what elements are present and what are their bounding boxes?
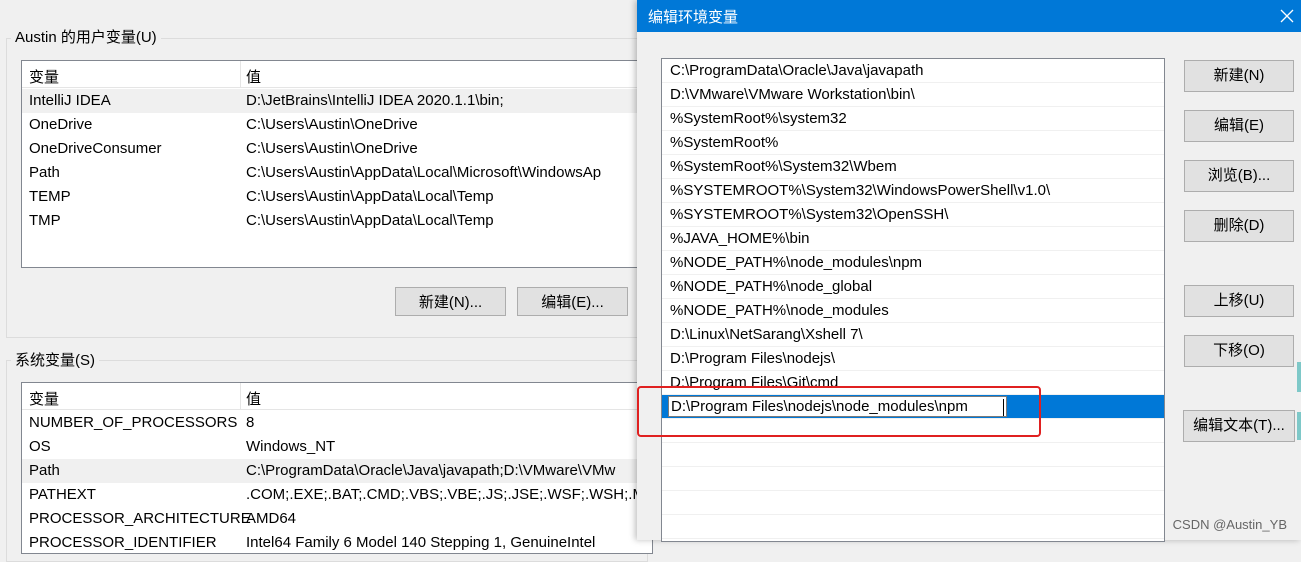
var-name: TMP	[29, 212, 61, 229]
var-value: Intel64 Family 6 Model 140 Stepping 1, G…	[246, 534, 596, 551]
path-entry: %SystemRoot%\system32	[670, 110, 847, 127]
var-name: OneDriveConsumer	[29, 140, 162, 157]
list-item[interactable]: %JAVA_HOME%\bin	[662, 227, 1164, 251]
system-vars-header: 变量 值	[22, 383, 652, 410]
var-value: C:\Users\Austin\OneDrive	[246, 116, 418, 133]
user-vars-list[interactable]: 变量 值 IntelliJ IDEA D:\JetBrains\IntelliJ…	[21, 60, 653, 268]
list-item[interactable]: %SystemRoot%\system32	[662, 107, 1164, 131]
dialog-title: 编辑环境变量	[648, 9, 739, 26]
system-vars-title: 系统变量(S)	[11, 352, 99, 370]
var-value: C:\ProgramData\Oracle\Java\javapath;D:\V…	[246, 462, 616, 479]
delete-button[interactable]: 删除(D)	[1184, 210, 1294, 242]
var-value: D:\JetBrains\IntelliJ IDEA 2020.1.1\bin;	[246, 92, 504, 109]
var-name: TEMP	[29, 188, 71, 205]
var-value: C:\Users\Austin\AppData\Local\Microsoft\…	[246, 164, 602, 181]
list-item[interactable]: %NODE_PATH%\node_modules\npm	[662, 251, 1164, 275]
table-row[interactable]: Path C:\ProgramData\Oracle\Java\javapath…	[22, 459, 652, 483]
col-header-value[interactable]: 值	[246, 66, 261, 87]
var-value: C:\Users\Austin\AppData\Local\Temp	[246, 188, 494, 205]
table-row[interactable]: TMP C:\Users\Austin\AppData\Local\Temp	[22, 209, 652, 233]
table-row[interactable]: Path C:\Users\Austin\AppData\Local\Micro…	[22, 161, 652, 185]
path-entry: %SystemRoot%\System32\Wbem	[670, 158, 897, 175]
table-row[interactable]: NUMBER_OF_PROCESSORS 8	[22, 411, 652, 435]
user-new-button[interactable]: 新建(N)...	[395, 287, 506, 316]
var-name: OneDrive	[29, 116, 93, 133]
path-entry: %SYSTEMROOT%\System32\WindowsPowerShell\…	[670, 182, 1051, 199]
path-entry: %NODE_PATH%\node_modules\npm	[670, 254, 923, 271]
var-name: Path	[29, 462, 60, 479]
list-item[interactable]: D:\Linux\NetSarang\Xshell 7\	[662, 323, 1164, 347]
list-item-empty[interactable]	[662, 491, 1164, 515]
move-down-button[interactable]: 下移(O)	[1184, 335, 1294, 367]
edge-scroll-mark	[1297, 412, 1301, 440]
table-row[interactable]: OneDriveConsumer C:\Users\Austin\OneDriv…	[22, 137, 652, 161]
edit-env-var-dialog: 编辑环境变量 C:\ProgramData\Oracle\Java\javapa…	[637, 0, 1301, 542]
var-value: 8	[246, 414, 255, 431]
list-item[interactable]: %SYSTEMROOT%\System32\OpenSSH\	[662, 203, 1164, 227]
path-entry: %SYSTEMROOT%\System32\OpenSSH\	[670, 206, 949, 223]
var-name: OS	[29, 438, 51, 455]
var-name: IntelliJ IDEA	[29, 92, 111, 109]
path-entry: %SystemRoot%	[670, 134, 779, 151]
system-vars-list[interactable]: 变量 值 NUMBER_OF_PROCESSORS 8 OS Windows_N…	[21, 382, 653, 554]
column-divider[interactable]	[240, 61, 241, 87]
col-header-variable[interactable]: 变量	[29, 388, 59, 409]
user-vars-title: Austin 的用户变量(U)	[11, 29, 161, 47]
var-value: Windows_NT	[246, 438, 336, 455]
path-entry: %JAVA_HOME%\bin	[670, 230, 810, 247]
path-entry: D:\Linux\NetSarang\Xshell 7\	[670, 326, 863, 343]
list-item-empty[interactable]	[662, 443, 1164, 467]
close-button[interactable]	[1273, 0, 1301, 32]
path-entry: D:\Program Files\nodejs\	[670, 350, 836, 367]
column-divider[interactable]	[240, 383, 241, 409]
var-name: PROCESSOR_IDENTIFIER	[29, 534, 217, 551]
list-item[interactable]: D:\Program Files\nodejs\	[662, 347, 1164, 371]
var-name: PROCESSOR_ARCHITECTURE	[29, 510, 251, 527]
table-row[interactable]: OS Windows_NT	[22, 435, 652, 459]
var-name: Path	[29, 164, 60, 181]
user-vars-header: 变量 值	[22, 61, 652, 88]
close-icon	[1280, 9, 1294, 23]
list-item[interactable]: D:\VMware\VMware Workstation\bin\	[662, 83, 1164, 107]
list-item[interactable]: C:\ProgramData\Oracle\Java\javapath	[662, 59, 1164, 83]
move-up-button[interactable]: 上移(U)	[1184, 285, 1294, 317]
watermark: CSDN @Austin_YB	[1172, 517, 1287, 532]
var-name: NUMBER_OF_PROCESSORS	[29, 414, 238, 431]
edit-button[interactable]: 编辑(E)	[1184, 110, 1294, 142]
col-header-variable[interactable]: 变量	[29, 66, 59, 87]
table-row[interactable]: PROCESSOR_IDENTIFIER Intel64 Family 6 Mo…	[22, 531, 652, 553]
list-item[interactable]: %NODE_PATH%\node_global	[662, 275, 1164, 299]
user-edit-button[interactable]: 编辑(E)...	[517, 287, 628, 316]
list-item-empty[interactable]	[662, 515, 1164, 539]
col-header-value[interactable]: 值	[246, 388, 261, 409]
table-row[interactable]: PATHEXT .COM;.EXE;.BAT;.CMD;.VBS;.VBE;.J…	[22, 483, 652, 507]
var-name: PATHEXT	[29, 486, 96, 503]
var-value: .COM;.EXE;.BAT;.CMD;.VBS;.VBE;.JS;.JSE;.…	[246, 486, 653, 503]
edge-scroll-mark	[1297, 362, 1301, 392]
annotation-highlight-box	[637, 386, 1041, 437]
table-row[interactable]: OneDrive C:\Users\Austin\OneDrive	[22, 113, 652, 137]
path-entries-list[interactable]: C:\ProgramData\Oracle\Java\javapath D:\V…	[661, 58, 1165, 542]
var-value: C:\Users\Austin\OneDrive	[246, 140, 418, 157]
path-entry: %NODE_PATH%\node_modules	[670, 302, 889, 319]
var-value: AMD64	[246, 510, 297, 527]
table-row[interactable]: TEMP C:\Users\Austin\AppData\Local\Temp	[22, 185, 652, 209]
browse-button[interactable]: 浏览(B)...	[1184, 160, 1294, 192]
var-value: C:\Users\Austin\AppData\Local\Temp	[246, 212, 494, 229]
path-entry: %NODE_PATH%\node_global	[670, 278, 873, 295]
list-item[interactable]: %SYSTEMROOT%\System32\WindowsPowerShell\…	[662, 179, 1164, 203]
table-row[interactable]: IntelliJ IDEA D:\JetBrains\IntelliJ IDEA…	[22, 89, 652, 113]
edit-text-button[interactable]: 编辑文本(T)...	[1183, 410, 1295, 442]
table-row[interactable]: PROCESSOR_ARCHITECTURE AMD64	[22, 507, 652, 531]
list-item-empty[interactable]	[662, 467, 1164, 491]
path-entry: C:\ProgramData\Oracle\Java\javapath	[670, 62, 924, 79]
path-entry: D:\VMware\VMware Workstation\bin\	[670, 86, 915, 103]
list-item[interactable]: %SystemRoot%\System32\Wbem	[662, 155, 1164, 179]
list-item[interactable]: %SystemRoot%	[662, 131, 1164, 155]
new-button[interactable]: 新建(N)	[1184, 60, 1294, 92]
list-item[interactable]: %NODE_PATH%\node_modules	[662, 299, 1164, 323]
dialog-title-bar[interactable]: 编辑环境变量	[637, 0, 1301, 32]
